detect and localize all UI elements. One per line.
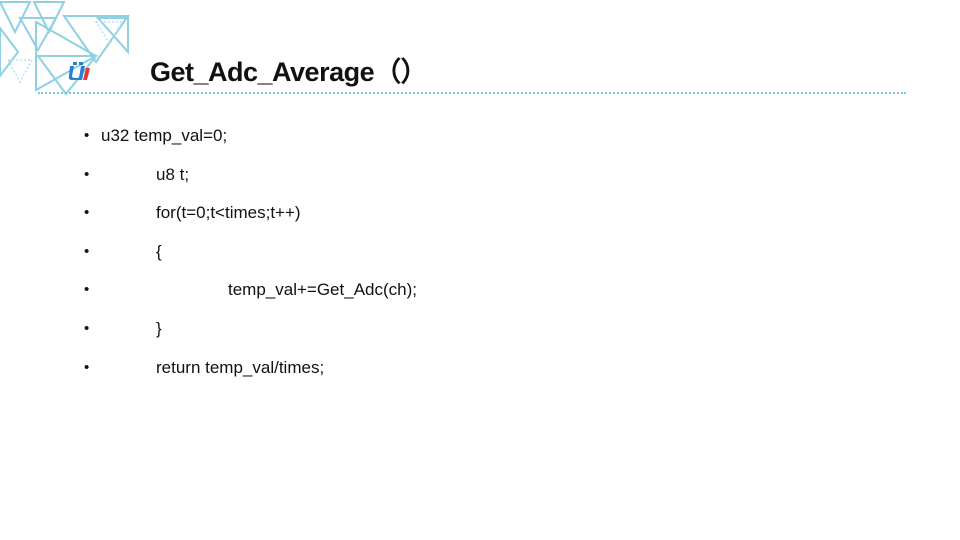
bullet-icon: • — [84, 359, 90, 376]
bullet-icon: • — [84, 243, 90, 260]
code-line: u32 temp_val=0; — [101, 126, 228, 145]
code-line: temp_val+=Get_Adc(ch); — [228, 280, 417, 299]
code-line: { — [156, 242, 162, 261]
bullet-icon: • — [84, 166, 90, 183]
bullet-icon: • — [84, 204, 90, 221]
stylized-u-logo-icon — [68, 62, 90, 80]
title-divider — [38, 92, 906, 94]
code-line: } — [156, 319, 162, 338]
bullet-icon: • — [84, 320, 90, 337]
triangle-pattern-icon — [0, 1, 130, 96]
slide-title: Get_Adc_Average（） — [150, 57, 428, 87]
code-line: u8 t; — [156, 165, 190, 184]
code-line: return temp_val/times; — [156, 358, 325, 377]
bullet-icon: • — [84, 127, 90, 144]
code-line: for(t=0;t<times;t++) — [156, 203, 301, 222]
bullet-icon: • — [84, 281, 90, 298]
